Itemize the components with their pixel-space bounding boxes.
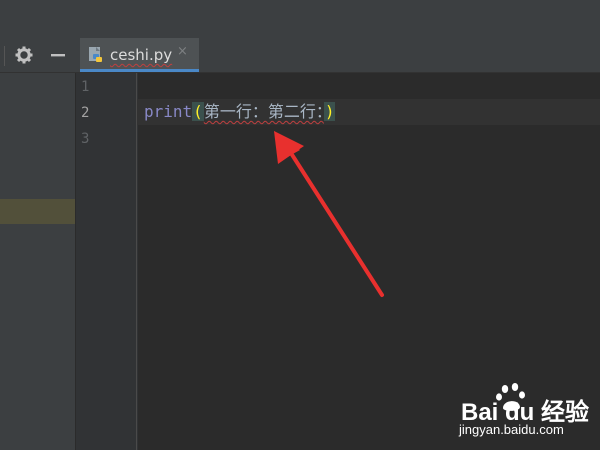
code-line-2[interactable]: print(第一行：第二行：)	[144, 102, 336, 121]
active-tab-indicator	[80, 69, 199, 72]
toolbar-divider	[4, 46, 5, 66]
line-number-active: 2	[81, 105, 90, 121]
line-number: 1	[81, 79, 90, 95]
line-number: 3	[81, 131, 90, 147]
code-keyword-print: print	[144, 102, 193, 121]
gutter-divider	[136, 73, 137, 450]
baidu-jingyan-watermark: Bai du 经验 jingyan.baidu.com	[455, 382, 595, 442]
python-file-icon	[89, 47, 102, 62]
minimize-icon[interactable]	[48, 45, 68, 65]
code-string: 第一行：第二行：	[203, 102, 324, 121]
code-close-paren: )	[323, 102, 336, 121]
close-icon[interactable]: ×	[177, 45, 191, 59]
tab-filename: ceshi.py	[110, 46, 173, 64]
project-panel-selected-row[interactable]	[0, 199, 75, 224]
top-toolbar	[0, 0, 600, 39]
watermark-url: jingyan.baidu.com	[459, 422, 564, 437]
code-open-paren: (	[192, 102, 204, 121]
gear-icon[interactable]	[14, 45, 34, 65]
project-panel	[0, 73, 75, 450]
ide-window: ceshi.py × 1 2 3 print(第一行：第二行：) Bai du …	[0, 0, 600, 450]
